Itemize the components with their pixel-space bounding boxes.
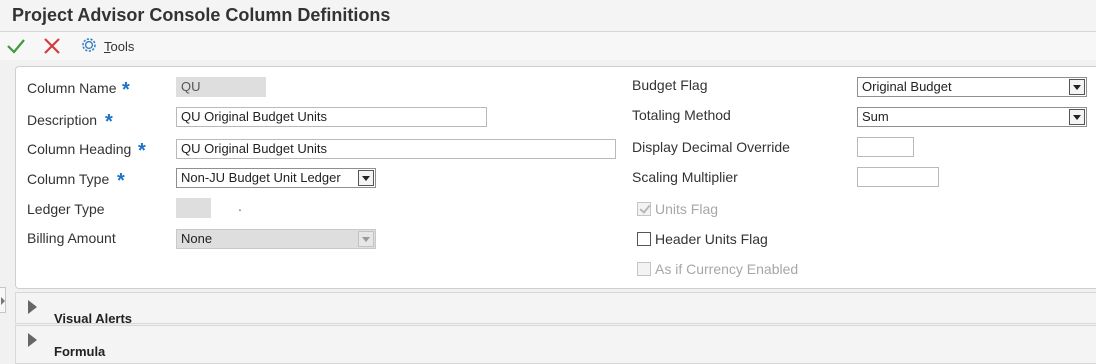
totaling-method-value: Sum: [862, 109, 889, 124]
column-heading-label: Column Heading: [27, 141, 132, 157]
column-heading-field[interactable]: QU Original Budget Units: [176, 139, 616, 159]
ledger-type-field: [176, 198, 211, 218]
expand-triangle-icon[interactable]: [28, 300, 37, 314]
display-decimal-override-label: Display Decimal Override: [632, 139, 790, 155]
required-marker: *: [117, 170, 125, 192]
gear-icon: [80, 36, 98, 57]
tools-label: Tools: [104, 38, 135, 54]
units-flag-row: Units Flag: [637, 201, 718, 217]
chevron-down-icon[interactable]: [358, 170, 374, 186]
totaling-method-label: Totaling Method: [632, 107, 731, 123]
page-title: Project Advisor Console Column Definitio…: [12, 5, 391, 25]
ledger-type-label: Ledger Type: [27, 201, 105, 217]
toolbar: Tools: [0, 32, 1096, 60]
panel-collapse-handle[interactable]: [0, 287, 6, 313]
ledger-type-description: .: [238, 198, 242, 214]
column-type-select[interactable]: Non-JU Budget Unit Ledger: [176, 168, 376, 188]
required-marker: *: [122, 79, 130, 101]
x-icon[interactable]: [42, 36, 62, 56]
chevron-down-icon[interactable]: [1069, 109, 1085, 125]
title-bar: Project Advisor Console Column Definitio…: [0, 0, 1096, 32]
expand-triangle-icon[interactable]: [28, 333, 37, 347]
header-units-flag-row[interactable]: Header Units Flag: [637, 231, 768, 247]
chevron-down-icon[interactable]: [1069, 79, 1085, 95]
section-label: Formula: [54, 344, 106, 359]
header-units-flag-label[interactable]: Header Units Flag: [655, 231, 768, 247]
chevron-down-icon: [358, 231, 374, 247]
checkmark-icon[interactable]: [6, 36, 26, 56]
as-if-currency-checkbox: [637, 262, 651, 276]
billing-amount-label: Billing Amount: [27, 230, 116, 246]
description-label: Description: [27, 112, 98, 128]
required-marker: *: [105, 111, 113, 133]
column-name-label: Column Name: [27, 80, 117, 96]
column-name-field: QU: [176, 77, 266, 97]
column-type-value: Non-JU Budget Unit Ledger: [181, 170, 341, 185]
header-units-flag-checkbox[interactable]: [637, 232, 651, 246]
display-decimal-override-field[interactable]: [857, 137, 914, 157]
units-flag-label: Units Flag: [655, 201, 719, 217]
scaling-multiplier-field[interactable]: [857, 167, 939, 187]
section-label: Visual Alerts: [54, 311, 133, 326]
units-flag-checkbox: [637, 202, 651, 216]
section-visual-alerts[interactable]: Visual Alerts: [15, 292, 1096, 326]
column-type-label: Column Type: [27, 171, 110, 187]
budget-flag-label: Budget Flag: [632, 77, 708, 93]
tools-menu-button[interactable]: Tools: [80, 36, 134, 56]
billing-amount-select: None: [176, 229, 376, 249]
scaling-multiplier-label: Scaling Multiplier: [632, 169, 738, 185]
required-marker: *: [138, 140, 146, 162]
budget-flag-select[interactable]: Original Budget: [857, 77, 1087, 97]
budget-flag-value: Original Budget: [862, 79, 952, 94]
totaling-method-select[interactable]: Sum: [857, 107, 1087, 127]
billing-amount-value: None: [181, 231, 213, 246]
section-formula[interactable]: Formula: [15, 325, 1096, 364]
form-panel: Column Name * QU Description * QU Origin…: [15, 66, 1096, 289]
as-if-currency-label: As if Currency Enabled: [655, 261, 799, 277]
as-if-currency-row: As if Currency Enabled: [637, 261, 798, 277]
description-field[interactable]: QU Original Budget Units: [176, 107, 487, 127]
